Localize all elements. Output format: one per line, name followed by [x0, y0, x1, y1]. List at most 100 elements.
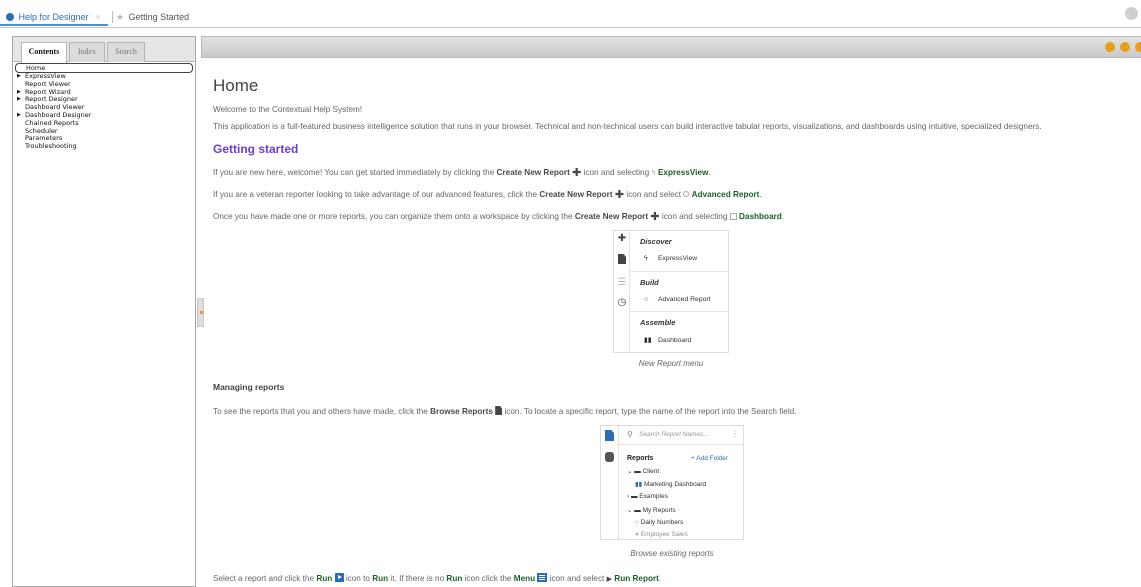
back-icon[interactable] [1105, 42, 1115, 52]
menu-icon [537, 573, 548, 582]
tree-item-label: Home [26, 64, 46, 72]
menu-section-build: Build ○ Advanced Report [630, 272, 728, 312]
contents-tree: Home ▶ ExpressView Report Viewer ▶ Report … [15, 63, 193, 151]
new-report-menu-figure: ✚ ☰ ◷ Discover ϟ ExpressView Build ○ Advan… [613, 230, 729, 353]
help-icon [6, 13, 14, 21]
tree-item-label: Scheduler [25, 126, 58, 135]
getting-started-line-1: If you are new here, welcome! You can ge… [213, 166, 711, 179]
expand-arrow-icon[interactable]: ▶ [17, 112, 21, 120]
tree-item-label: Troubleshooting [25, 142, 77, 151]
text: Select a report and click the [213, 574, 315, 583]
text: If you are new here, welcome! You can ge… [213, 168, 495, 177]
tab-contents[interactable]: Contents [21, 42, 67, 63]
managing-reports-text: To see the reports that you and others h… [213, 406, 797, 416]
document-icon [617, 254, 627, 264]
folder-my-reports: ⌄ ▬ My Reports [627, 506, 676, 514]
folder-label: Examples [639, 493, 668, 500]
run-label: Run [446, 574, 463, 583]
tree-item-label: Dashboard Designer [25, 110, 92, 119]
report-employee-sales: ● Employee Sales [635, 531, 688, 538]
create-new-report-label: Create New Report [574, 212, 649, 221]
menu-section-assemble: Assemble ▮▮ Dashboard [630, 312, 728, 352]
advanced-report-link[interactable]: Advanced Report [692, 190, 760, 199]
tree-item-label: Report Designer [25, 95, 78, 104]
circle-icon [683, 191, 690, 197]
tab-help-for-designer[interactable]: Help for Designer × [0, 8, 109, 26]
menu-label: Menu [513, 574, 536, 583]
expand-arrow-icon[interactable]: ▶ [17, 73, 21, 81]
dashboard-icon: ▮▮ [635, 481, 644, 488]
text: . [658, 574, 662, 583]
text: icon click the [464, 574, 512, 583]
pane-splitter-handle[interactable] [197, 298, 204, 327]
more-options-icon: ⋮ [731, 429, 739, 438]
section-header: Build [640, 278, 659, 287]
intro-text: Welcome to the Contextual Help System! [213, 105, 363, 114]
section-header: Discover [640, 237, 672, 246]
plus-icon: ✚ [614, 189, 625, 201]
tree-item-troubleshooting[interactable]: Troubleshooting [15, 142, 193, 151]
expand-arrow-icon[interactable]: ▶ [17, 89, 21, 97]
browse-rail [601, 426, 619, 539]
search-icon: ⚲ [627, 430, 633, 439]
star-icon: ★ [116, 12, 125, 22]
collapse-arrow-icon [200, 311, 203, 314]
run-report-label: Run Report [614, 574, 659, 583]
tree-item-label: Parameters [25, 134, 63, 143]
help-navigation-pane: Contents Index Search Home ▶ ExpressView … [12, 36, 196, 587]
getting-started-heading: Getting started [213, 142, 299, 156]
report-label: Daily Numbers [640, 519, 684, 526]
intro-description: This application is a full-featured busi… [213, 122, 1042, 131]
tab-label: Help for Designer [18, 12, 89, 22]
plus-icon: ✚ [650, 211, 660, 223]
page-title: Home [213, 76, 259, 95]
plus-icon: ✚ [617, 233, 627, 244]
circle-icon: ○ [644, 296, 649, 303]
report-marketing-dashboard: ▮▮ Marketing Dashboard [635, 480, 706, 488]
menu-item-dashboard: ▮▮ Dashboard [644, 336, 691, 344]
text: . [781, 212, 785, 221]
report-label: Employee Sales [640, 531, 688, 538]
create-new-report-label: Create New Report [539, 190, 613, 199]
tab-getting-started[interactable]: ★ Getting Started [116, 8, 189, 26]
navigation-tabs: Contents Index Search [13, 37, 195, 63]
database-icon [605, 452, 614, 462]
forward-icon[interactable] [1120, 42, 1130, 52]
tab-label: Getting Started [128, 12, 190, 22]
tab-index[interactable]: Index [69, 42, 105, 62]
document-icon [495, 406, 503, 415]
tree-item-label: Dashboard Viewer [25, 103, 85, 112]
dashboard-link[interactable]: Dashboard [739, 212, 782, 221]
text: Once you have made one or more reports, … [213, 212, 573, 221]
text: To see the reports that you and others h… [213, 407, 428, 416]
settings-icon[interactable] [1125, 7, 1138, 20]
managing-reports-heading: Managing reports [213, 382, 285, 392]
expand-arrow-icon[interactable]: ▶ [17, 96, 21, 104]
text: . [708, 168, 711, 177]
reports-heading: Reports [627, 455, 654, 462]
folder-closed-icon: › ▬ [627, 493, 640, 500]
text: icon and select [549, 574, 605, 583]
tab-search[interactable]: Search [107, 42, 145, 62]
folder-label: Client [642, 468, 660, 475]
folder-client: ⌄ ▬ Client [627, 467, 659, 475]
close-icon[interactable]: × [95, 12, 100, 22]
folder-label: My Reports [642, 507, 676, 514]
menu-item-expressview: ϟ ExpressView [644, 255, 697, 262]
tree-item-label: ExpressView [25, 72, 66, 80]
report-label: Marketing Dashboard [643, 481, 707, 488]
folder-open-icon: ⌄ ▬ [627, 468, 643, 475]
text: icon to [345, 574, 370, 583]
dashboard-icon: ▮▮ [644, 337, 652, 344]
getting-started-line-2: If you are a veteran reporter looking to… [213, 188, 762, 201]
dashboard-icon [729, 213, 737, 220]
database-icon: ☰ [617, 277, 627, 288]
text: . [759, 190, 762, 199]
figure-caption: Browse existing reports [630, 549, 714, 558]
browse-reports-figure: ⚲ Search Report Names... ⋮ Reports + Add… [600, 425, 744, 540]
tree-item-label: Chained Reports [25, 118, 79, 127]
text: If you are a veteran reporter looking to… [213, 190, 538, 199]
print-icon[interactable] [1135, 42, 1141, 52]
report-search-row: ⚲ Search Report Names... ⋮ [619, 426, 743, 445]
expressview-link[interactable]: ExpressView [658, 168, 708, 177]
